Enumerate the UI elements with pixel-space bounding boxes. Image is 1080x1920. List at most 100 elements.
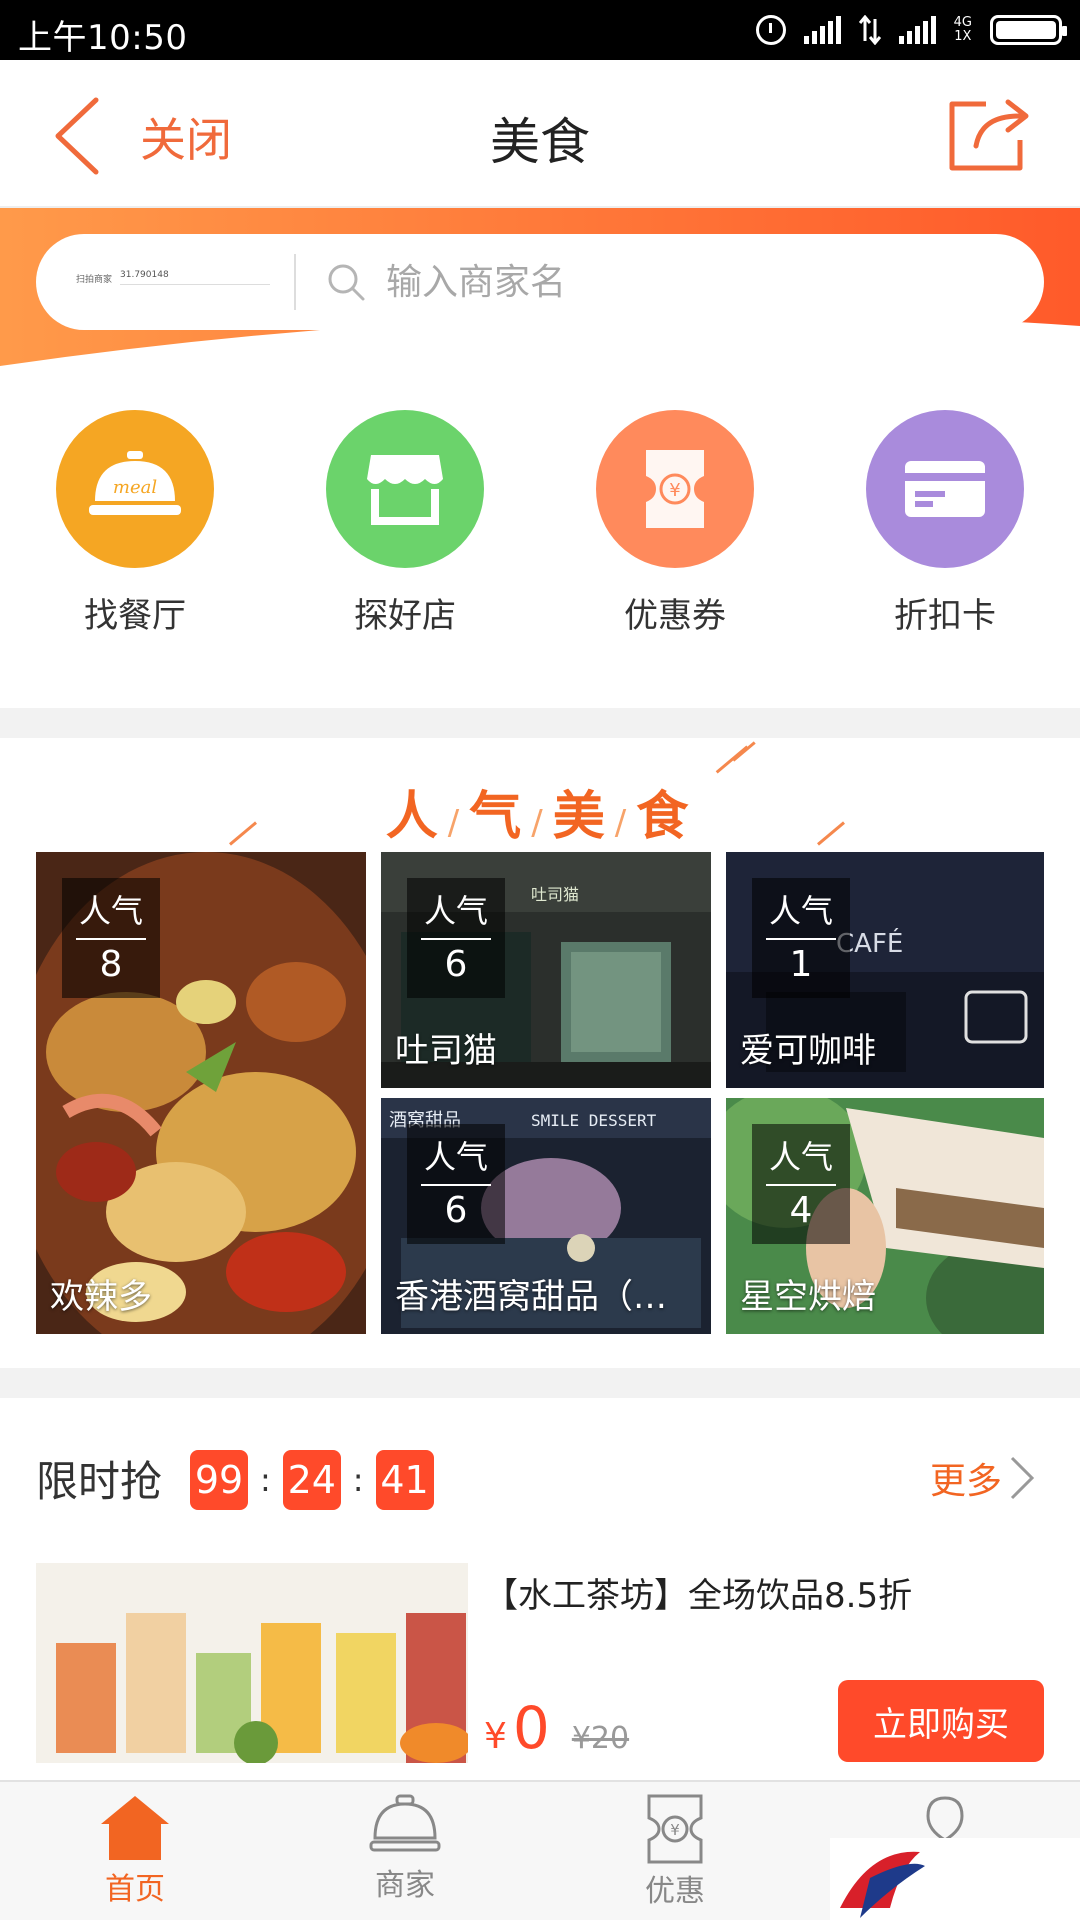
status-bar: 上午10:50 4G 1X: [0, 0, 1080, 60]
countdown-timer: 99 : 24 : 41: [190, 1450, 434, 1510]
svg-text:SMILE DESSERT: SMILE DESSERT: [531, 1111, 657, 1130]
badge-label: 人气: [423, 1138, 488, 1176]
flash-sale-title: 限时抢: [36, 1457, 163, 1506]
location-thumbnail[interactable]: 扫拍商家 31.790148: [76, 262, 276, 302]
nav-item-profile[interactable]: [845, 1794, 1045, 1844]
popular-food-title: 人/气/美/食: [385, 787, 695, 847]
restaurant-name: 星空烘焙: [740, 1277, 876, 1317]
discount-card-icon: [866, 410, 1024, 568]
category-explore-shops[interactable]: 探好店: [305, 410, 505, 637]
category-label: 折扣卡: [894, 596, 996, 636]
badge-value: 6: [444, 944, 468, 985]
title-char: 美: [552, 787, 611, 847]
svg-text:¥: ¥: [669, 480, 680, 501]
nav-label: 商家: [375, 1868, 435, 1903]
category-coupons[interactable]: ¥ 优惠券: [575, 410, 775, 637]
decoration-line: [732, 741, 756, 762]
price-original: ¥20: [571, 1721, 630, 1756]
merchant-cloche-icon: [369, 1794, 441, 1852]
timer-hours: 99: [190, 1450, 248, 1510]
popular-item-tile[interactable]: 人气 8 欢辣多: [36, 852, 366, 1334]
badge-value: 8: [99, 944, 123, 985]
nav-label: 首页: [105, 1872, 165, 1907]
popularity-badge: 人气 6: [407, 1124, 505, 1244]
network-type: 4G 1X: [954, 16, 972, 44]
location-name: 扫拍商家: [76, 275, 113, 285]
badge-label: 人气: [423, 892, 488, 930]
title-char: 人: [385, 787, 444, 847]
coupon-icon: ¥: [596, 410, 754, 568]
title-char: 气: [469, 787, 528, 847]
share-icon[interactable]: [946, 94, 1036, 174]
location-value: 31.790148: [120, 270, 169, 280]
svg-text:meal: meal: [113, 477, 157, 498]
svg-text:吐司猫: 吐司猫: [531, 885, 579, 904]
search-banner: 扫拍商家 31.790148: [0, 208, 1080, 370]
category-label: 优惠券: [624, 596, 726, 636]
meal-cloche-icon: meal: [56, 410, 214, 568]
svg-text:¥: ¥: [670, 1821, 680, 1839]
nav-item-deals[interactable]: ¥ 优惠: [575, 1794, 775, 1910]
restaurant-name: 爱可咖啡: [740, 1031, 876, 1071]
popular-item-tile[interactable]: 吐司猫 人气 6 吐司猫: [381, 852, 711, 1088]
price-currency: ¥: [484, 1716, 507, 1757]
buy-now-button[interactable]: 立即购买: [838, 1680, 1044, 1762]
price-current: 0: [512, 1694, 550, 1762]
nav-item-merchants[interactable]: 商家: [305, 1794, 505, 1904]
search-box[interactable]: 扫拍商家 31.790148: [36, 234, 1044, 330]
network-4g: 4G: [953, 15, 972, 30]
category-grid: meal 找餐厅 探好店 ¥ 优惠券 折扣卡: [0, 370, 1080, 708]
status-icons: 4G 1X: [755, 12, 1067, 48]
badge-value: 6: [444, 1190, 468, 1231]
popularity-badge: 人气 1: [752, 878, 850, 998]
more-link[interactable]: 更多: [930, 1452, 1036, 1504]
badge-value: 4: [789, 1190, 813, 1231]
restaurant-name: 吐司猫: [395, 1031, 497, 1071]
popular-item-tile[interactable]: 人气 4 星空烘焙: [726, 1098, 1044, 1334]
category-label: 探好店: [354, 596, 456, 636]
badge-value: 1: [789, 944, 813, 985]
network-1x: 1X: [954, 29, 972, 44]
category-discount-card[interactable]: 折扣卡: [845, 410, 1045, 637]
storefront-icon: [326, 410, 484, 568]
search-input[interactable]: [386, 252, 986, 312]
search-divider: [294, 254, 296, 310]
nav-item-home[interactable]: 首页: [35, 1794, 235, 1908]
title-char: 食: [636, 787, 695, 847]
alarm-icon: [755, 15, 786, 45]
section-gap: [0, 1368, 1080, 1398]
profile-icon: [926, 1796, 964, 1842]
popularity-badge: 人气 8: [62, 878, 160, 998]
badge-label: 人气: [768, 892, 833, 930]
timer-seconds: 41: [375, 1450, 434, 1510]
badge-label: 人气: [78, 892, 143, 930]
brand-logo-icon: [840, 1851, 925, 1918]
restaurant-name: 欢辣多: [50, 1277, 152, 1317]
search-icon: [328, 264, 365, 301]
popular-food-section: 人/气/美/食 人气 8 欢辣多 吐司猫 人气 6 吐司猫 CAFÉ 人气 1 …: [0, 738, 1080, 1368]
popularity-badge: 人气 6: [407, 878, 505, 998]
brand-logo: [830, 1838, 1080, 1920]
category-find-restaurant[interactable]: meal 找餐厅: [35, 410, 235, 637]
category-label: 找餐厅: [84, 596, 186, 636]
status-time: 上午10:50: [18, 18, 188, 58]
deal-price: ¥ 0 ¥20: [484, 1694, 629, 1762]
popular-item-tile[interactable]: 酒窝甜品 SMILE DESSERT 人气 6 香港酒窝甜品（…: [381, 1098, 711, 1334]
coupon-ticket-icon: ¥: [647, 1794, 703, 1864]
home-icon: [101, 1796, 169, 1860]
section-gap: [0, 708, 1080, 738]
more-label: 更多: [929, 1461, 1002, 1502]
chevron-right-icon: [1010, 1456, 1035, 1500]
restaurant-name: 香港酒窝甜品（…: [395, 1277, 667, 1317]
signal-icon: [803, 16, 841, 44]
data-transfer-icon: [858, 15, 881, 45]
header: 关闭 美食: [0, 60, 1080, 208]
signal-icon-2: [898, 16, 936, 44]
battery-icon: [990, 15, 1067, 45]
bottom-nav: 首页 商家 ¥ 优惠: [0, 1780, 1080, 1920]
page-title: 美食: [490, 113, 590, 171]
popular-item-tile[interactable]: CAFÉ 人气 1 爱可咖啡: [726, 852, 1044, 1088]
deal-image[interactable]: [36, 1563, 468, 1763]
badge-label: 人气: [768, 1138, 833, 1176]
deal-title[interactable]: 【水工茶坊】全场饮品8.5折: [484, 1568, 912, 1617]
